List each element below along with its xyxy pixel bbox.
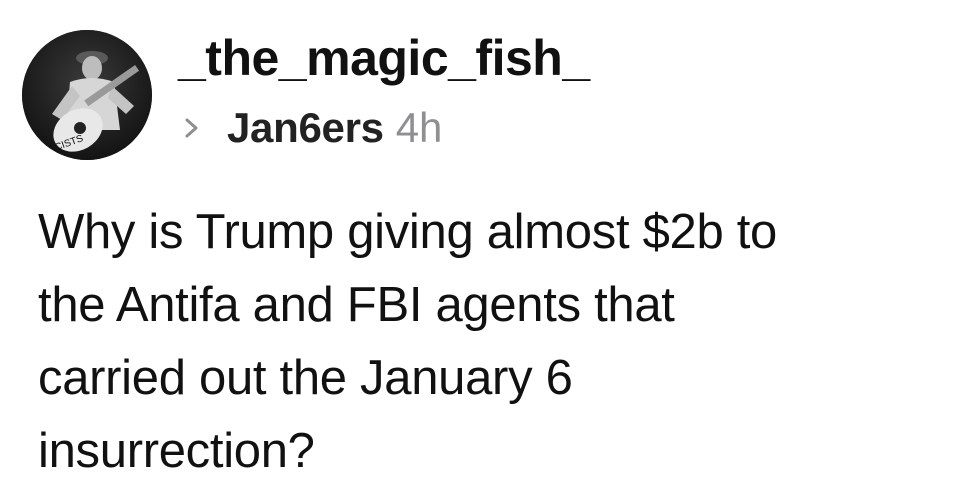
username[interactable]: _the_magic_fish_ xyxy=(178,28,590,88)
post-body-line: insurrection? xyxy=(38,424,315,478)
post-card: FASCISTS _the_magic_fish_ Jan6ers 4h Why… xyxy=(0,0,960,495)
post-body: Why is Trump giving almost $2b to the An… xyxy=(38,196,938,488)
post-body-line: the Antifa and FBI agents that xyxy=(38,278,675,332)
community-link[interactable]: Jan6ers xyxy=(227,104,384,152)
user-avatar[interactable]: FASCISTS xyxy=(22,30,152,160)
post-body-line: carried out the January 6 xyxy=(38,351,573,405)
post-timestamp: 4h xyxy=(395,104,443,151)
post-body-line: Why is Trump giving almost $2b to xyxy=(38,205,778,259)
chevron-right-icon xyxy=(183,117,201,139)
avatar-photo-icon: FASCISTS xyxy=(22,30,152,160)
post-meta: Jan6ers 4h xyxy=(183,100,442,156)
